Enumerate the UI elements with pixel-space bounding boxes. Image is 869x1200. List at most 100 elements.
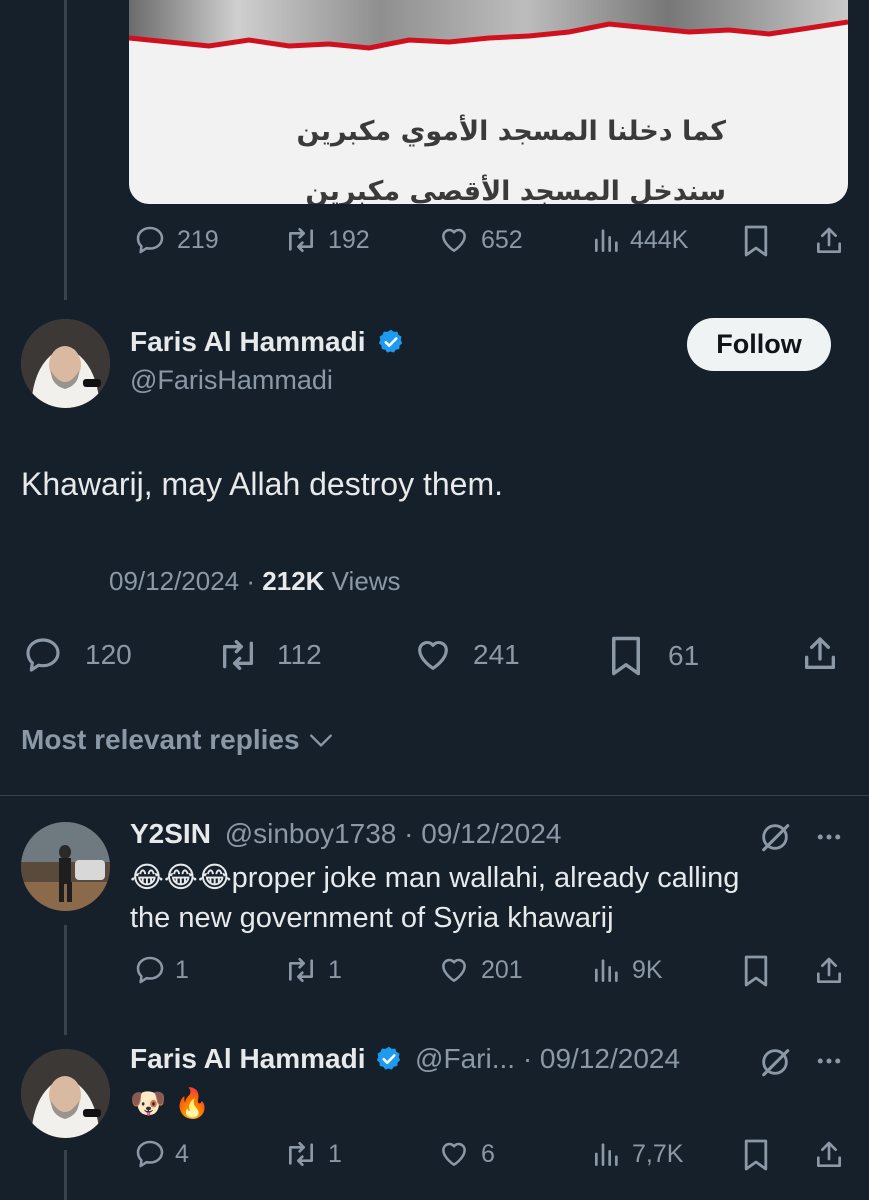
reply1-text-line1: 😂😂😂proper joke man wallahi, already call…: [130, 858, 850, 898]
author-name[interactable]: Faris Al Hammadi: [130, 326, 365, 357]
reply1-repost-count: 1: [328, 955, 342, 984]
reply2-share-button[interactable]: [813, 1138, 845, 1172]
reply1-views-button[interactable]: 9K: [590, 954, 663, 986]
avatar-portrait: [21, 319, 110, 408]
share-button[interactable]: [813, 224, 845, 258]
repost-count: 192: [328, 225, 370, 254]
grok-icon: [762, 1049, 790, 1077]
main-like-button[interactable]: 241: [411, 635, 520, 675]
author-name-row: Faris Al Hammadi: [130, 326, 405, 358]
reply-icon: [136, 956, 164, 984]
reply2-like-count: 6: [481, 1139, 495, 1168]
like-button[interactable]: 652: [437, 224, 523, 256]
main-repost-count: 112: [277, 639, 322, 670]
more-options-icon: [817, 834, 841, 840]
views-chart-icon: [595, 959, 618, 982]
chevron-down-icon: [309, 734, 332, 747]
reply1-reply-button[interactable]: 1: [133, 954, 189, 986]
avatar-portrait: [21, 1049, 110, 1138]
tweet-media-video[interactable]: كما دخلنا المسجد الأموي مكبرين سندخل الم…: [129, 0, 848, 204]
thread-line-top: [64, 0, 67, 300]
bookmark-icon: [744, 955, 768, 987]
repost-button[interactable]: 192: [282, 224, 370, 256]
meta-separator: ·: [246, 566, 256, 596]
reply2-more-button[interactable]: [812, 1046, 846, 1076]
reply1-line2: the new government of Syria khawarij: [130, 902, 614, 934]
tweet-text: Khawarij, may Allah destroy them.: [21, 466, 503, 502]
reply2-views-count: 7,7K: [632, 1139, 684, 1168]
views-button[interactable]: 444K: [590, 224, 688, 256]
reply1-like-count: 201: [481, 955, 523, 984]
verified-badge-icon: [377, 1046, 401, 1070]
replies-sort-label: Most relevant replies: [21, 724, 300, 755]
reply2-bookmark-button[interactable]: [742, 1138, 770, 1172]
main-like-count: 241: [473, 639, 520, 670]
views-chart-icon: [595, 229, 618, 252]
reply1-line1: proper joke man wallahi, already calling: [231, 862, 740, 894]
repost-icon: [289, 1142, 313, 1166]
heart-icon: [442, 228, 466, 252]
more-options-icon: [817, 1058, 841, 1064]
reply2-author-handle[interactable]: @Fari...: [415, 1043, 515, 1074]
reply2-date[interactable]: · 09/12/2024: [523, 1043, 680, 1074]
reply-button[interactable]: 219: [133, 224, 219, 256]
author-avatar[interactable]: [21, 319, 110, 408]
reply-count: 219: [177, 225, 219, 254]
reply1-emojis: 😂😂😂: [130, 862, 232, 894]
reply2-views-button[interactable]: 7,7K: [590, 1138, 683, 1170]
tweet-views-count: 212K: [262, 566, 325, 596]
main-share-button[interactable]: [800, 633, 840, 675]
like-count: 652: [481, 225, 523, 254]
reply2-grok-button[interactable]: [758, 1045, 792, 1079]
verified-badge-icon: [379, 329, 403, 353]
main-reply-count: 120: [85, 639, 132, 670]
reply1-bookmark-button[interactable]: [742, 954, 770, 988]
reply2-reply-count: 4: [175, 1139, 189, 1168]
reply1-grok-button[interactable]: [758, 820, 792, 854]
replies-sort-dropdown[interactable]: Most relevant replies: [21, 724, 334, 756]
reply2-text: 🐶 🔥: [130, 1088, 211, 1120]
reply1-reply-count: 1: [175, 955, 189, 984]
author-handle[interactable]: @FarisHammadi: [130, 365, 333, 396]
repost-icon: [289, 228, 313, 252]
reply-icon: [136, 1140, 164, 1168]
heart-icon: [442, 958, 466, 982]
reply1-avatar[interactable]: [21, 822, 110, 911]
grok-icon: [762, 824, 790, 852]
reply2-avatar[interactable]: [21, 1049, 110, 1138]
main-reply-button[interactable]: 120: [21, 635, 132, 675]
repost-icon: [223, 640, 253, 670]
reply2-repost-count: 1: [328, 1139, 342, 1168]
media-caption-line2: سندخل المسجد الأقصى مكبرين: [305, 176, 726, 204]
follow-button[interactable]: Follow: [687, 318, 831, 371]
reply2-like-button[interactable]: 6: [437, 1138, 495, 1170]
tweet-views-label: Views: [331, 566, 401, 596]
reply1-views-count: 9K: [632, 955, 663, 984]
main-bookmark-button[interactable]: 61: [608, 635, 699, 677]
bookmark-icon: [744, 225, 768, 257]
reply1-like-button[interactable]: 201: [437, 954, 523, 986]
thread-line-reply: [64, 925, 67, 1035]
tweet-meta: 09/12/2024 · 212K Views: [109, 566, 401, 597]
reply1-repost-button[interactable]: 1: [282, 954, 342, 986]
reply1-author-handle[interactable]: @sinboy1738: [225, 818, 397, 849]
views-chart-icon: [595, 1143, 618, 1166]
reply1-share-button[interactable]: [813, 954, 845, 988]
avatar-photo: [21, 822, 110, 911]
tweet-date[interactable]: 09/12/2024: [109, 566, 239, 596]
reply1-author-name[interactable]: Y2SIN: [130, 818, 211, 849]
reply1-date[interactable]: · 09/12/2024: [404, 818, 561, 849]
reply2-repost-button[interactable]: 1: [282, 1138, 342, 1170]
bookmark-icon: [744, 1139, 768, 1171]
share-icon: [817, 957, 841, 983]
reply2-header: Faris Al Hammadi @Fari... · 09/12/2024: [130, 1043, 680, 1075]
main-bookmark-count: 61: [668, 640, 700, 671]
reply2-reply-button[interactable]: 4: [133, 1138, 189, 1170]
reply1-header: Y2SIN @sinboy1738 · 09/12/2024: [130, 818, 561, 850]
main-repost-button[interactable]: 112: [213, 635, 322, 675]
reply-icon: [136, 226, 164, 254]
reply2-author-name[interactable]: Faris Al Hammadi: [130, 1043, 365, 1074]
heart-icon: [442, 1142, 466, 1166]
bookmark-button[interactable]: [742, 224, 770, 258]
reply1-more-button[interactable]: [812, 822, 846, 852]
